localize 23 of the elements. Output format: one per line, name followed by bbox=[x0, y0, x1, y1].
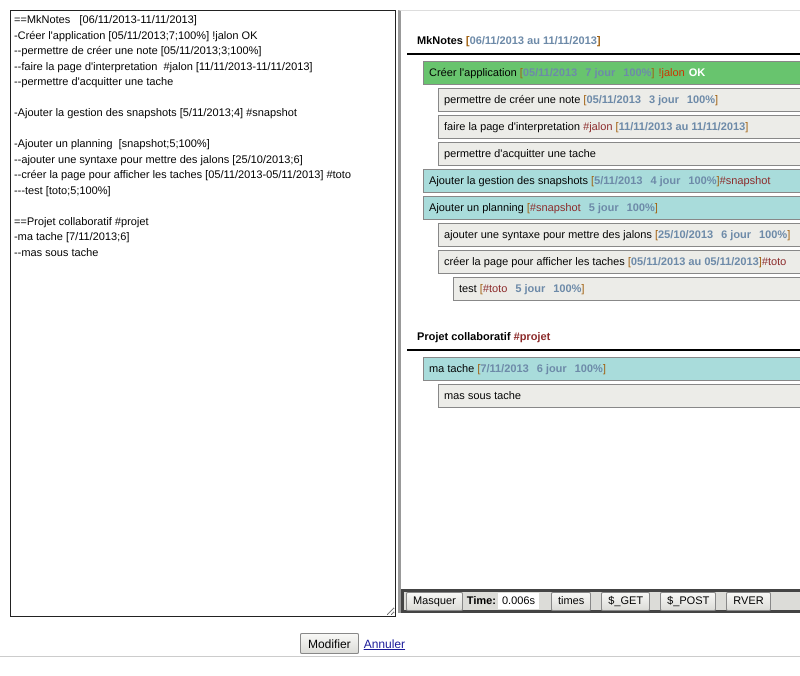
cancel-link[interactable]: Annuler bbox=[364, 636, 406, 650]
section-title: MkNotes [06/11/2013 au 11/11/2013] bbox=[407, 35, 800, 55]
task-label: permettre d'acquitter une tache bbox=[444, 148, 596, 160]
hide-button[interactable]: Masquer bbox=[406, 592, 463, 610]
debug-button[interactable]: $_POST bbox=[660, 592, 716, 610]
task-label: créer la page pour afficher les taches [05/11/2013 au 05/11/2013]#toto bbox=[444, 256, 786, 268]
task-label: Créer l'application [05/11/2013 7 jour 100%] !jalon OK bbox=[429, 67, 706, 79]
debug-button[interactable]: RVER bbox=[726, 592, 771, 610]
task-label: ma tache [7/11/2013 6 jour 100%] bbox=[429, 363, 606, 375]
editor-field[interactable]: ==MkNotes [06/11/2013-11/11/2013] -Créer l'application [05/11/2013;7;100%] !jalon OK --permettre de créer une note [05/11/2013;3;100%] --faire la page d'interpretation #jalon [11/11/2013-11/11/2013] --permettre d'acquitter une tache -Ajouter la gestion des snapshots [5/11/2013;4] #snapshot -Ajouter un planning [snapshot;5;100%] --ajouter une syntaxe pour mettre des jalons [25/10/2013;6] --créer la page pour afficher les taches [05/11/2013-05/11/2013] #toto ---test [toto;5;100%] ==Projet collaboratif #projet -ma tache [7/11/2013;6] --mas sous tache bbox=[10, 10, 396, 617]
task-label: Ajouter la gestion des snapshots [5/11/2013 4 jour 100%]#snapshot bbox=[429, 175, 770, 187]
time-value: 0.006s bbox=[498, 593, 539, 609]
task-label: faire la page d'interpretation #jalon [11/11/2013 au 11/11/2013] bbox=[444, 121, 748, 133]
task-label: Ajouter un planning [#snapshot 5 jour 100%] bbox=[429, 202, 658, 214]
task-label: mas sous tache bbox=[444, 390, 522, 402]
task-label: test [#toto 5 jour 100%] bbox=[459, 283, 584, 295]
submit-button[interactable]: Modifier bbox=[300, 633, 359, 654]
debug-button[interactable]: times bbox=[550, 592, 592, 610]
debug-button[interactable]: $_GET bbox=[601, 592, 650, 610]
section-title: Projet collaboratif #projet bbox=[407, 331, 800, 351]
task-label: permettre de créer une note [05/11/2013 3 jour 100%] bbox=[444, 94, 718, 106]
time-label: Time: bbox=[466, 595, 496, 607]
task-label: ajouter une syntaxe pour mettre des jalons [25/10/2013 6 jour 100%] bbox=[444, 229, 790, 241]
